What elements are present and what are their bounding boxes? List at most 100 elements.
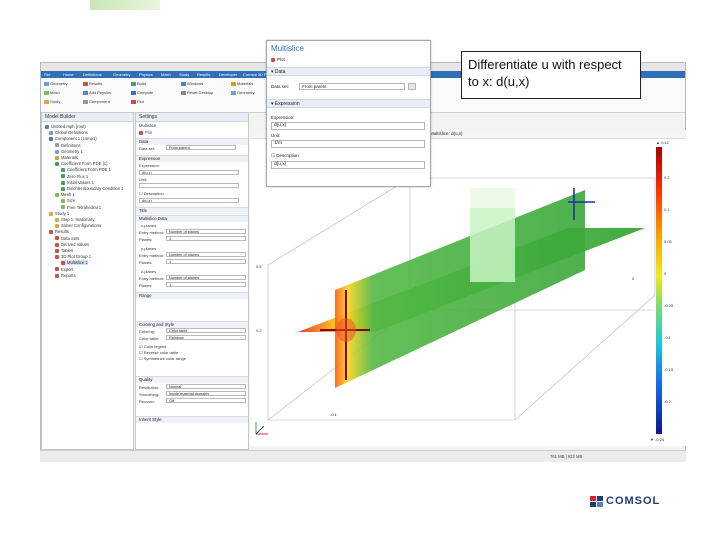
popup-dataset-select[interactable]: From parent xyxy=(299,83,405,90)
tree-item[interactable]: Zero Flux 1 xyxy=(61,174,88,179)
z-entry-select[interactable]: Number of planes xyxy=(166,275,246,280)
menu-tab-results[interactable]: Results xyxy=(197,71,210,78)
settings-panel: Settings Multislice Plot Data Data set: … xyxy=(135,112,249,450)
popup-description-input[interactable]: d(u,x) xyxy=(271,161,425,169)
ribbon-windows[interactable]: Windows xyxy=(181,81,203,86)
tree-item[interactable]: Study 1 xyxy=(49,211,69,216)
tree-item[interactable]: Global Definitions xyxy=(49,130,88,135)
popup-data-section[interactable]: ▾ Data xyxy=(267,67,430,76)
dataset-select[interactable]: From parent xyxy=(166,145,236,150)
ribbon-reset-desktop[interactable]: Reset Desktop xyxy=(181,90,213,95)
axis-label: 0.5 xyxy=(256,264,262,269)
popup-dataset-label: Data set: xyxy=(271,84,290,89)
tree-item[interactable]: Mesh 1 xyxy=(55,192,75,197)
ribbon-mesh[interactable]: Mesh xyxy=(44,90,60,95)
ribbon-materials[interactable]: Materials xyxy=(231,81,253,86)
ribbon-compute[interactable]: Compute xyxy=(131,90,153,95)
ribbon-plot[interactable]: Plot xyxy=(131,99,144,104)
recover-select[interactable]: Off xyxy=(166,398,246,403)
tree-node-icon xyxy=(49,230,53,235)
menu-tab-home[interactable]: Home xyxy=(63,71,74,78)
tree-node-icon xyxy=(55,242,59,247)
tree-item[interactable]: Step 1: Stationary xyxy=(55,217,94,222)
popup-unit-select[interactable]: 1/m xyxy=(271,140,425,148)
tree-item[interactable]: Free Tetrahedral 1 xyxy=(61,205,101,210)
ribbon-study[interactable]: Study xyxy=(44,99,60,104)
menu-tab-geometry[interactable]: Geometry xyxy=(113,71,131,78)
unit-select[interactable] xyxy=(139,183,239,188)
color-table-label: Color table: xyxy=(139,336,160,341)
menu-tab-study[interactable]: Study xyxy=(179,71,189,78)
tree-item[interactable]: Dirichlet Boundary Condition 1 xyxy=(61,186,124,191)
y-planes-count-label: Planes: xyxy=(139,260,153,265)
menu-tab-definitions[interactable]: Definitions xyxy=(83,71,102,78)
tree-item[interactable]: Untitled.mph (root) xyxy=(45,124,86,129)
tree-node-icon xyxy=(55,267,59,272)
description-checkbox[interactable]: ☐ Description xyxy=(139,191,164,196)
menu-tab-physics[interactable]: Physics xyxy=(139,71,153,78)
section-inherit-style[interactable]: Inherit Style xyxy=(136,416,248,423)
y-planes-input[interactable]: 1 xyxy=(166,259,246,264)
section-multislice-data[interactable]: Multislice Data xyxy=(136,215,248,222)
memory-status: 761 MB | 922 MB xyxy=(550,454,583,459)
ribbon-results[interactable]: Results xyxy=(83,81,102,86)
model-builder-title: Model Builder xyxy=(42,113,133,122)
tree-item[interactable]: Geometry 1 xyxy=(55,149,83,154)
ribbon-add-physics[interactable]: Add Physics xyxy=(83,90,111,95)
popup-expression-section[interactable]: ▾ Expression xyxy=(267,99,430,108)
tree-node-icon xyxy=(55,193,59,198)
ribbon-build[interactable]: Build xyxy=(131,81,146,86)
tree-item[interactable]: Component 1 (comp1) xyxy=(49,136,97,141)
popup-dataset-go-button[interactable] xyxy=(408,83,416,90)
ribbon-geometry[interactable]: Geometry xyxy=(44,81,68,86)
plot-icon xyxy=(139,130,143,135)
tree-item[interactable]: Coefficient Form PDE 1 xyxy=(61,167,111,172)
x-entry-select[interactable]: Number of planes xyxy=(166,229,246,234)
tree-item[interactable]: Reports xyxy=(55,273,76,278)
section-coloring[interactable]: Coloring and Style xyxy=(136,321,248,328)
resolution-select[interactable]: Normal xyxy=(166,384,246,389)
smoothing-select[interactable]: Inside material domains xyxy=(166,391,246,396)
tree-item[interactable]: Definitions xyxy=(55,143,81,148)
color-legend-checkbox[interactable]: ☑ Color legend xyxy=(139,344,166,349)
popup-description-checkbox[interactable]: ☐ Description xyxy=(271,153,299,159)
popup-expression-input[interactable]: d(u,x) xyxy=(271,122,425,130)
tree-item[interactable]: Initial Values 1 xyxy=(61,180,94,185)
plot-button[interactable]: Plot xyxy=(139,130,152,135)
y-entry-select[interactable]: Number of planes xyxy=(166,252,246,257)
tree-item[interactable]: Derived Values xyxy=(55,242,89,247)
x-planes-input[interactable]: 1 xyxy=(166,236,246,241)
tree-item[interactable]: Data Sets xyxy=(55,236,79,241)
menu-tab-developer[interactable]: Developer xyxy=(219,71,237,78)
tree-item[interactable]: Export xyxy=(55,267,73,272)
section-quality[interactable]: Quality xyxy=(136,376,248,383)
reverse-color-checkbox[interactable]: ☐ Reverse color table xyxy=(139,350,178,355)
menu-tab-mesh[interactable]: Mesh xyxy=(161,71,171,78)
ribbon-component[interactable]: Component xyxy=(83,99,110,104)
symmetrize-checkbox[interactable]: ☐ Symmetrize color range xyxy=(139,356,186,361)
tree-item[interactable]: Multislice 1 xyxy=(61,260,88,266)
ribbon-geometry-2[interactable]: Geometry xyxy=(231,90,255,95)
popup-expression-label: Expression: xyxy=(271,115,295,120)
z-planes-input[interactable]: 1 xyxy=(166,282,246,287)
tree-item[interactable]: Solver Configurations xyxy=(55,223,101,228)
color-table-select[interactable]: Rainbow xyxy=(166,335,246,340)
popup-plot-button[interactable]: Plot xyxy=(271,57,285,63)
tree-item[interactable]: Coefficient Form PDE (c) xyxy=(55,161,107,166)
annotation-callout: Differentiate u with respect to x: d(u,x… xyxy=(461,51,641,99)
menu-tab-file[interactable]: File xyxy=(44,71,50,78)
build-icon xyxy=(131,81,136,86)
description-input[interactable]: d(u,x) xyxy=(139,198,239,203)
tree-item[interactable]: Tables xyxy=(55,248,73,253)
section-data[interactable]: Data xyxy=(136,138,248,145)
section-expression[interactable]: Expression xyxy=(136,155,248,162)
tree-item[interactable]: Materials xyxy=(55,155,78,160)
tree-item[interactable]: Results xyxy=(49,229,69,234)
coloring-select[interactable]: Color table xyxy=(166,328,246,333)
tree-item[interactable]: Size xyxy=(61,198,75,203)
tree-item[interactable]: 3D Plot Group 1 xyxy=(55,254,91,259)
expression-input[interactable]: d(u,x) xyxy=(139,170,239,175)
section-range[interactable]: Range xyxy=(136,292,248,299)
section-title[interactable]: Title xyxy=(136,207,248,214)
tree-node-icon xyxy=(45,124,49,129)
